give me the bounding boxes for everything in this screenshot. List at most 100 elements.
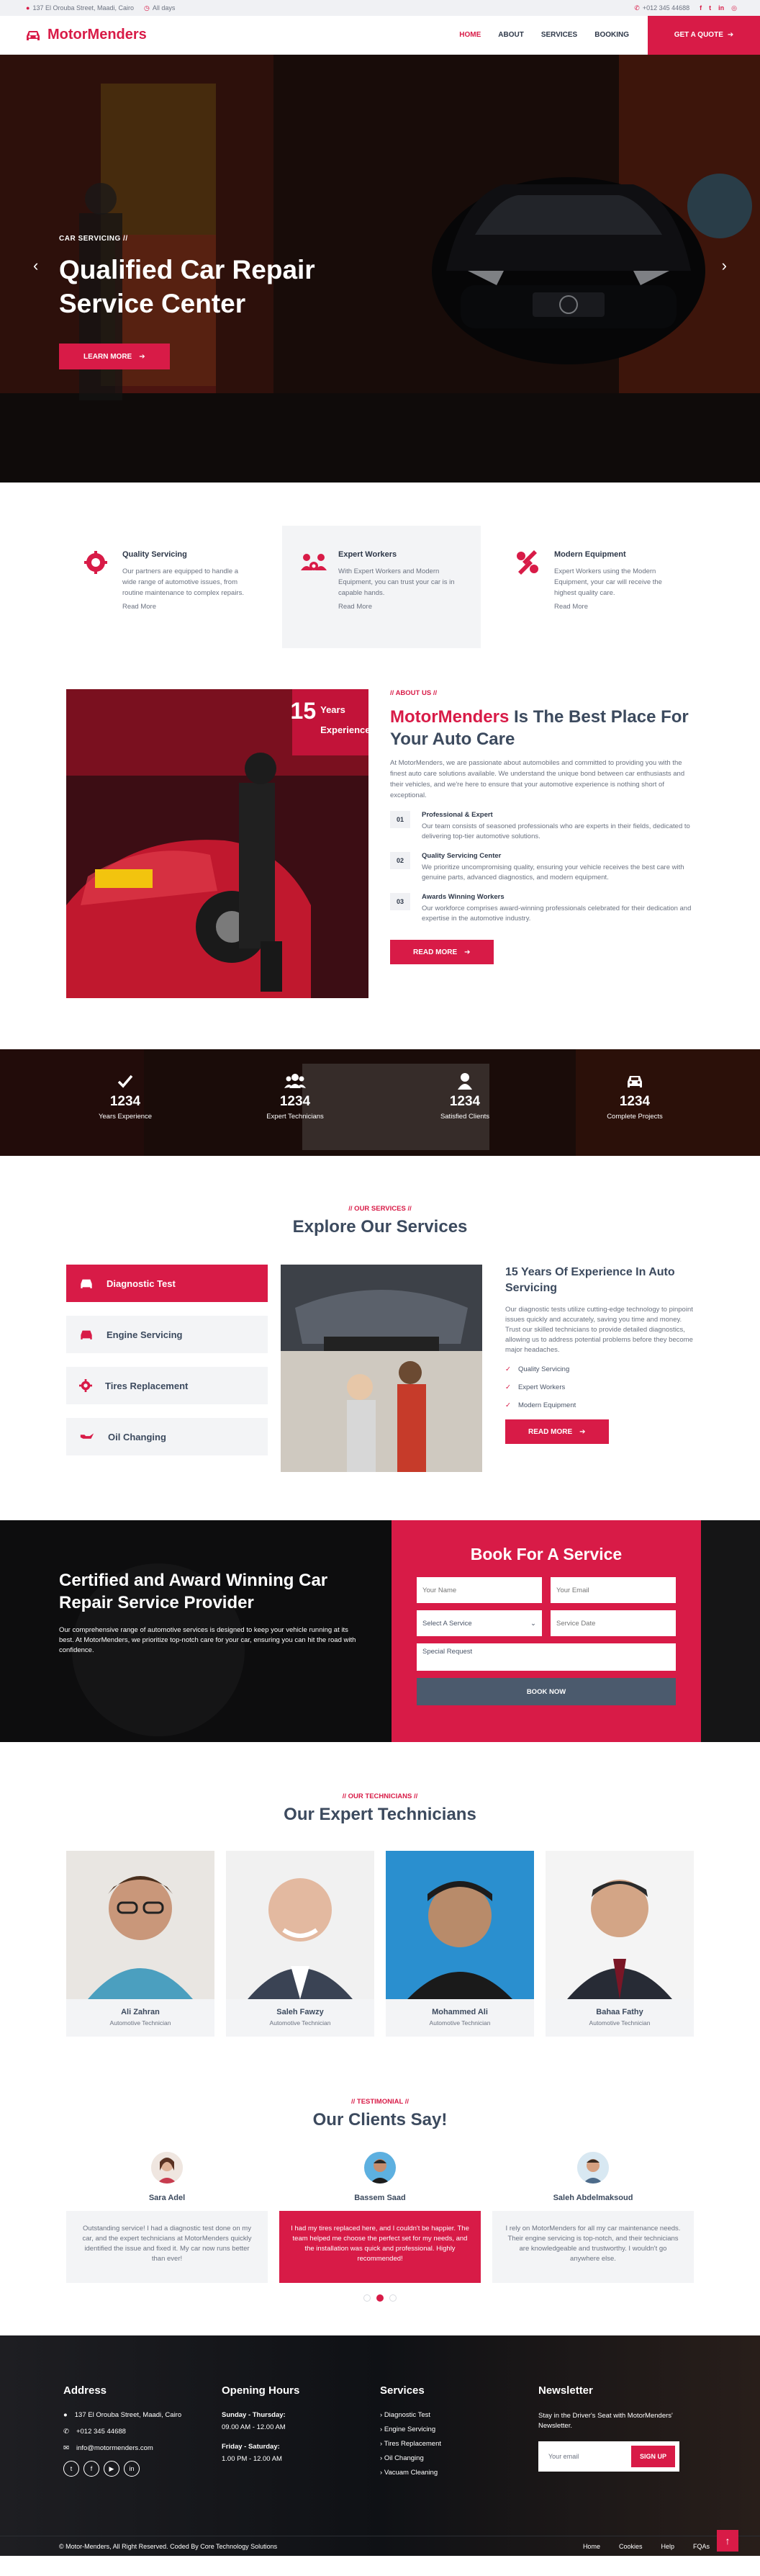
booking-text: Our comprehensive range of automotive se…: [59, 1626, 356, 1654]
team-card: Saleh Fawzy Automotive Technician: [226, 1851, 374, 2037]
stats-band: 1234 Years Experience 1234 Expert Techni…: [0, 1049, 760, 1156]
carousel-dot[interactable]: [363, 2294, 371, 2302]
services-eyebrow: // OUR SERVICES //: [348, 1205, 412, 1213]
footer-services-column: Services › Diagnostic Test › Engine Serv…: [380, 2384, 538, 2483]
stat-label: Complete Projects: [607, 1113, 663, 1121]
book-now-button[interactable]: BOOK NOW: [417, 1678, 676, 1705]
footer-address-column: Address ● 137 El Orouba Street, Maadi, Ca…: [63, 2384, 222, 2483]
client-name: Bassem Saad: [354, 2194, 406, 2202]
read-more-label: READ MORE: [528, 1427, 573, 1436]
footer-service-link[interactable]: › Engine Servicing: [380, 2425, 538, 2433]
carousel-dot[interactable]: [389, 2294, 397, 2302]
check-icon: ✓: [505, 1401, 511, 1409]
footer-service-link[interactable]: › Diagnostic Test: [380, 2411, 538, 2419]
about-title: MotorMenders Is The Best Place For Your …: [390, 706, 697, 750]
service-detail-title: 15 Years Of Experience In Auto Servicing: [505, 1266, 675, 1294]
point-title: Professional & Expert: [422, 811, 493, 819]
linkedin-icon[interactable]: in: [124, 2461, 140, 2477]
nav-services[interactable]: SERVICES: [541, 31, 577, 39]
footer-address: 137 El Orouba Street, Maadi, Cairo: [74, 2411, 182, 2419]
avatar: [364, 2152, 396, 2184]
technician-photo: [226, 1851, 374, 1999]
email-input[interactable]: [551, 1577, 676, 1603]
services-read-more-button[interactable]: READ MORE ➔: [505, 1419, 609, 1444]
service-date-input[interactable]: [551, 1610, 676, 1636]
twitter-icon[interactable]: t: [709, 4, 711, 12]
member-name: Ali Zahran: [121, 2008, 160, 2016]
stat-label: Satisfied Clients: [440, 1113, 490, 1121]
special-request-textarea[interactable]: Special Request: [417, 1643, 676, 1671]
hero-carousel: ‹ › CAR SERVICING // Qualified Car Repai…: [0, 55, 760, 483]
client-name: Sara Adel: [148, 2194, 186, 2202]
experience-badge: 15 Years Experience: [291, 689, 368, 755]
tab-tires-replacement[interactable]: Tires Replacement: [66, 1367, 268, 1404]
back-to-top-button[interactable]: ↑: [717, 2530, 738, 2552]
point-number: 03: [390, 893, 410, 910]
tab-engine-servicing[interactable]: Engine Servicing: [66, 1316, 268, 1353]
feature-read-more-link[interactable]: Read More: [554, 603, 679, 611]
hours-days: Friday - Saturday:: [222, 2443, 280, 2451]
technician-photo: [386, 1851, 534, 1999]
car-logo-icon: [27, 30, 40, 40]
tab-oil-changing[interactable]: Oil Changing: [66, 1418, 268, 1455]
facebook-icon[interactable]: f: [83, 2461, 99, 2477]
about-eyebrow: // ABOUT US //: [390, 689, 438, 697]
service-select-value: Select A Service: [422, 1619, 472, 1628]
youtube-icon[interactable]: ▶: [104, 2461, 119, 2477]
avatar: [577, 2152, 609, 2184]
footer-link-fqas[interactable]: FQAs: [693, 2543, 710, 2550]
arrow-right-icon: ➔: [727, 31, 734, 39]
signup-button[interactable]: SIGN UP: [630, 2446, 675, 2467]
navbar: MotorMenders HOME ABOUT SERVICES BOOKING…: [0, 15, 760, 55]
name-input[interactable]: [417, 1577, 542, 1603]
footer-service-link[interactable]: › Tires Replacement: [380, 2440, 538, 2448]
about-point: 03 Awards Winning Workers Our workforce c…: [390, 893, 697, 924]
footer-link-cookies[interactable]: Cookies: [619, 2543, 643, 2550]
location-icon: ●: [63, 2411, 68, 2419]
topbar-phone: +012 345 44688: [642, 4, 690, 12]
about-title-brand: MotorMenders: [390, 707, 510, 727]
twitter-icon[interactable]: t: [63, 2461, 79, 2477]
testimonial-text: I had my tires replaced here, and I coul…: [279, 2211, 481, 2283]
instagram-icon[interactable]: ◎: [731, 4, 737, 12]
car-icon: [79, 1329, 94, 1340]
facebook-icon[interactable]: f: [700, 4, 702, 12]
get-quote-button[interactable]: GET A QUOTE ➔: [648, 15, 760, 55]
nav-booking[interactable]: BOOKING: [594, 31, 629, 39]
tab-label: Diagnostic Test: [107, 1278, 176, 1289]
footer-heading: Address: [63, 2384, 107, 2397]
member-role: Automotive Technician: [109, 2019, 171, 2027]
point-text: Our workforce comprises award-winning pr…: [422, 905, 692, 923]
footer-service-link[interactable]: › Vacuam Cleaning: [380, 2469, 538, 2477]
feature-read-more-link[interactable]: Read More: [338, 603, 463, 611]
carousel-next-icon[interactable]: ›: [722, 256, 727, 275]
newsletter-email-input[interactable]: Your email: [543, 2453, 631, 2460]
stat-number: 1234: [109, 1094, 141, 1109]
member-role: Automotive Technician: [269, 2019, 331, 2027]
copyright-text: © Motor-Menders, All Right Reserved. Cod…: [59, 2542, 278, 2550]
footer-service-link[interactable]: › Oil Changing: [380, 2454, 538, 2462]
point-text: Our team consists of seasoned profession…: [422, 822, 690, 840]
nav-home[interactable]: HOME: [459, 31, 481, 39]
newsletter-form: Your email SIGN UP: [538, 2441, 679, 2472]
linkedin-icon[interactable]: in: [718, 4, 724, 12]
footer-email: info@motormenders.com: [76, 2444, 153, 2452]
nav-about[interactable]: ABOUT: [498, 31, 524, 39]
tab-diagnostic-test[interactable]: Diagnostic Test: [66, 1265, 268, 1302]
email-icon: ✉: [63, 2444, 69, 2452]
service-select[interactable]: Select A Service ⌄: [417, 1610, 542, 1636]
carousel-dot-active[interactable]: [376, 2294, 384, 2302]
service-detail-text: Our diagnostic tests utilize cutting-edg…: [505, 1306, 693, 1354]
footer-link-home[interactable]: Home: [583, 2543, 600, 2550]
phone-icon: ✆: [634, 4, 640, 12]
feature-read-more-link[interactable]: Read More: [122, 603, 248, 611]
hero-learn-more-button[interactable]: LEARN MORE ➔: [59, 344, 170, 369]
brand-logo[interactable]: MotorMenders: [0, 27, 147, 43]
testimonial-card: Saleh Abdelmaksoud I rely on MotorMender…: [492, 2152, 694, 2283]
services-title: Explore Our Services: [292, 1217, 468, 1237]
about-read-more-button[interactable]: READ MORE ➔: [390, 940, 494, 964]
clock-icon: ◷: [144, 4, 150, 12]
footer-link-help[interactable]: Help: [661, 2543, 674, 2550]
user-icon: [415, 1072, 515, 1091]
carousel-prev-icon[interactable]: ‹: [33, 256, 38, 275]
